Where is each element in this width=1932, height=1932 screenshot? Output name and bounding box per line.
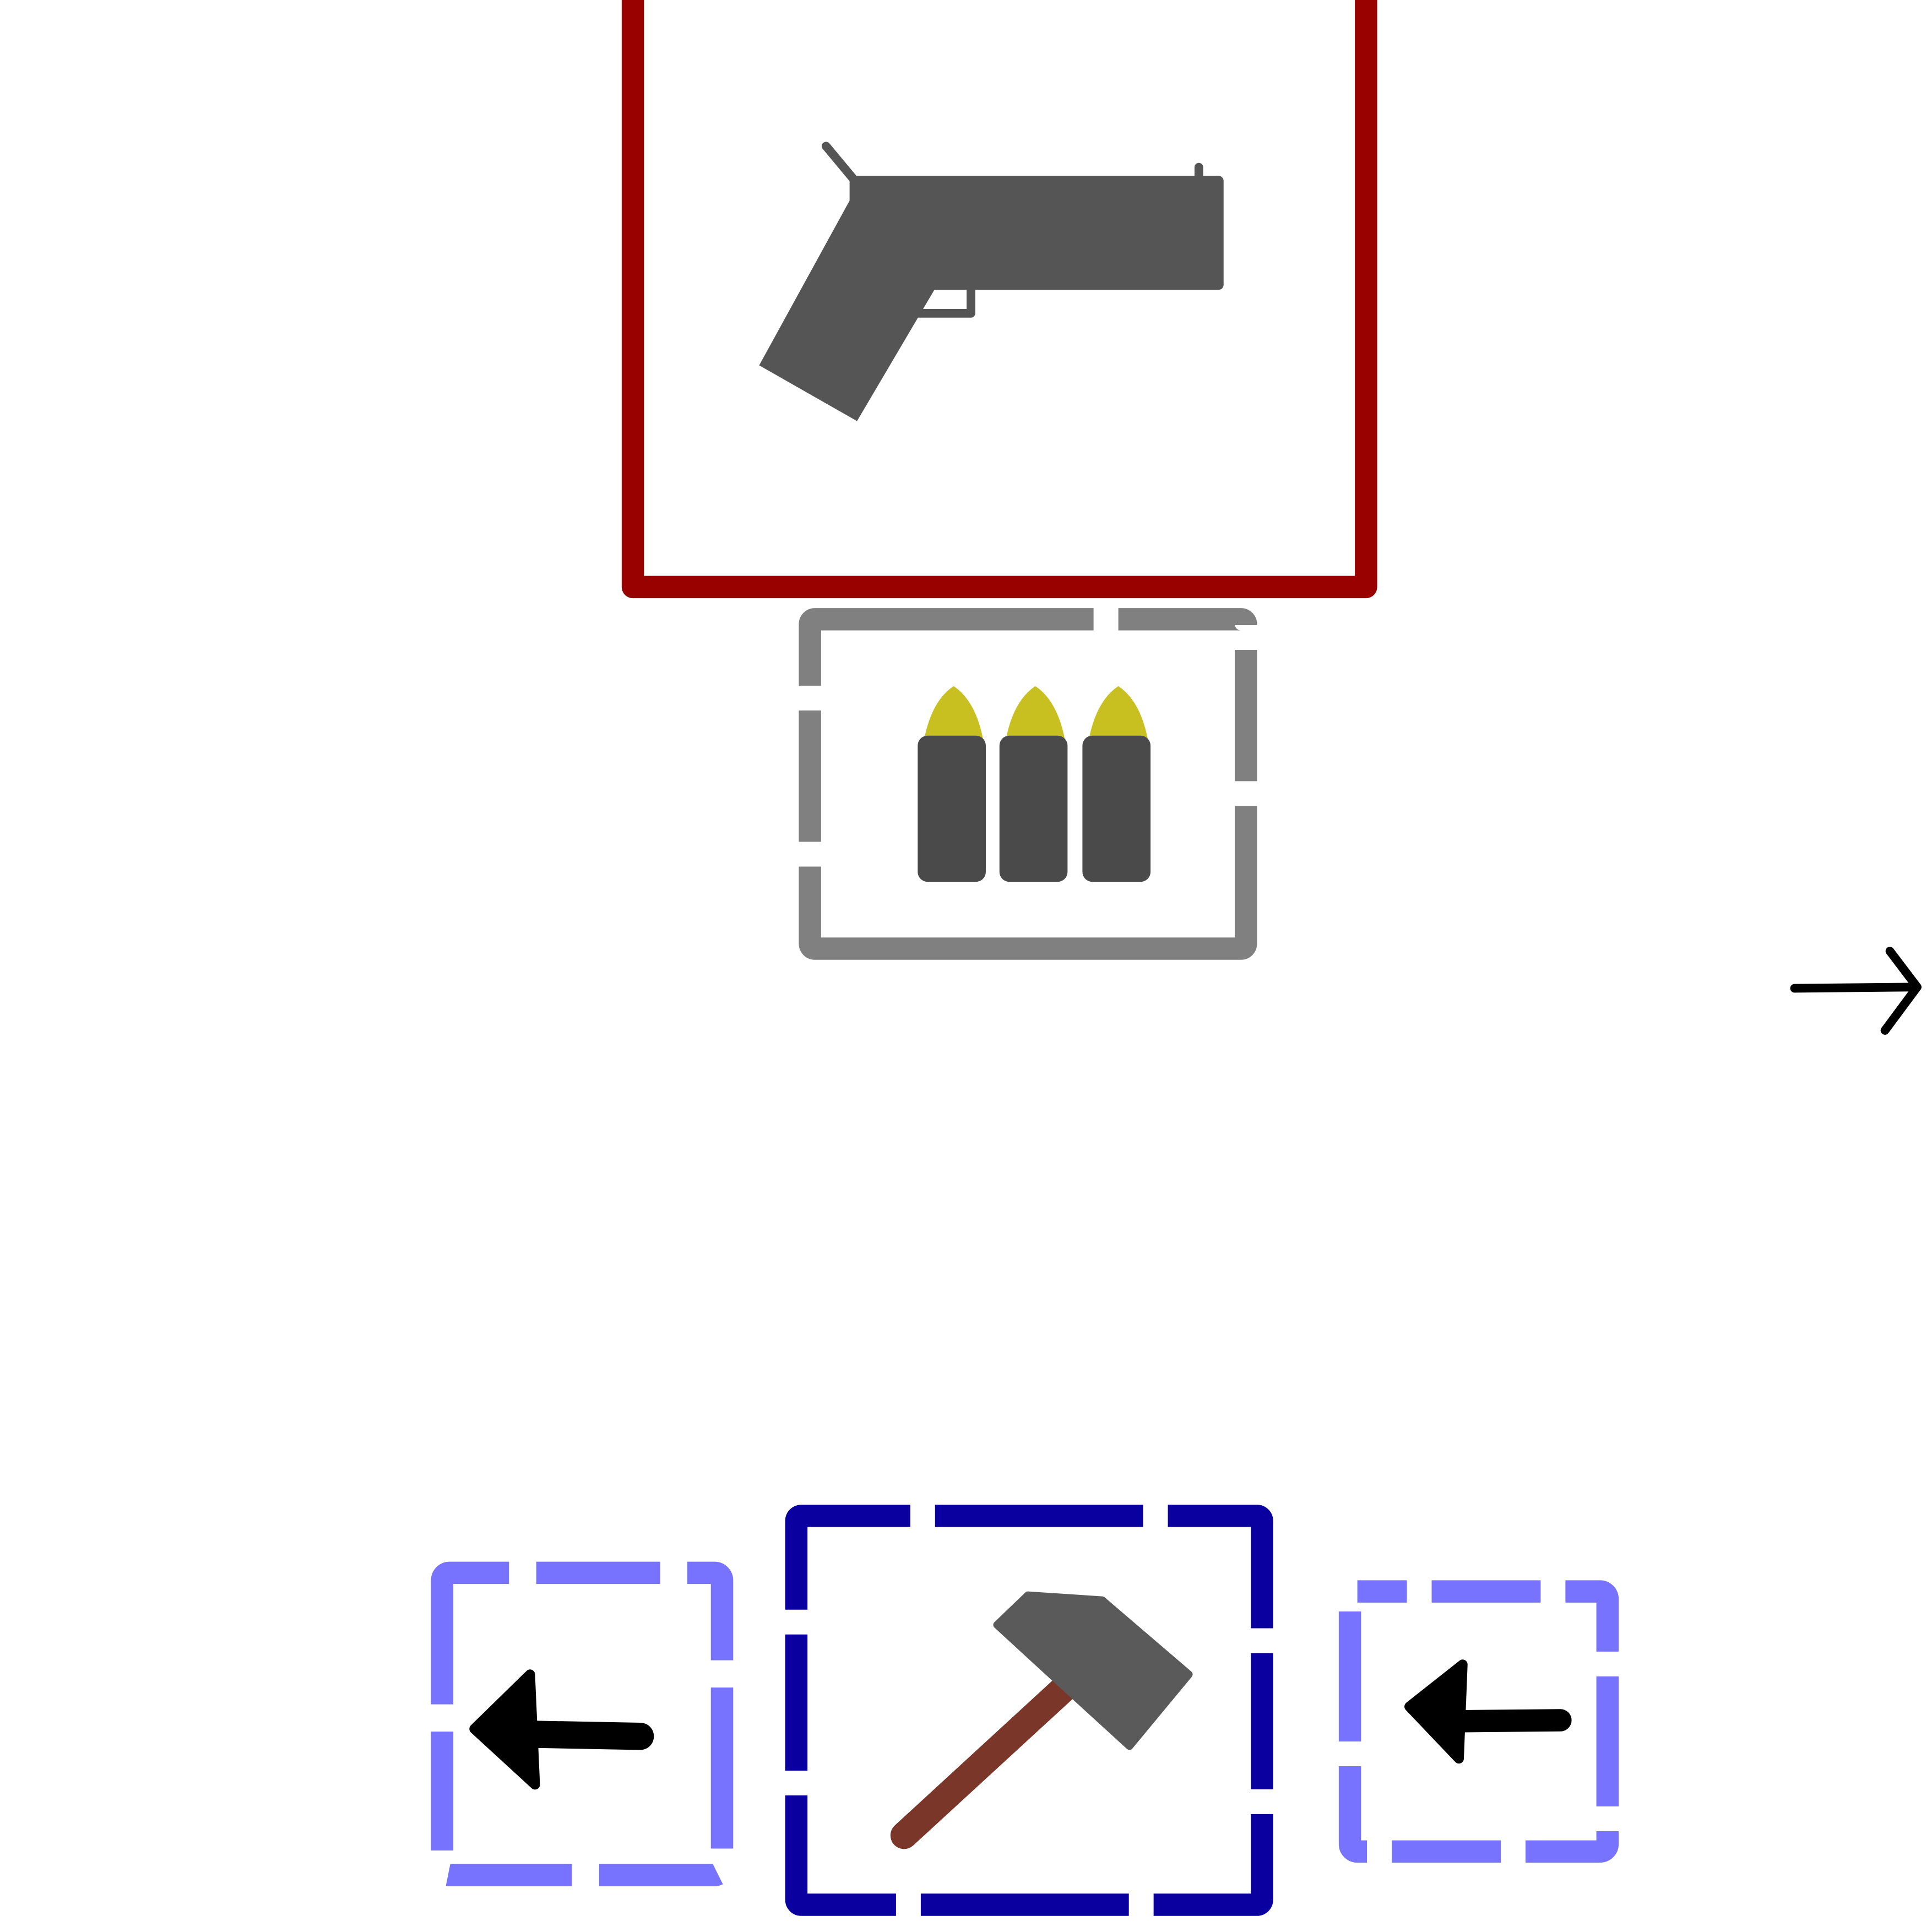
pistol-icon <box>759 142 1224 421</box>
weapon-box[interactable] <box>621 0 1377 599</box>
right-box[interactable] <box>1338 1580 1619 1863</box>
ammo-box[interactable] <box>799 608 1257 960</box>
bullets-icon <box>918 686 1151 882</box>
bullet <box>999 686 1068 882</box>
arrow-left-icon <box>469 1669 654 1790</box>
bullet <box>918 686 986 882</box>
hammer-handle <box>890 1667 1087 1849</box>
bullet <box>1082 686 1151 882</box>
arrow-right-icon <box>1790 947 1922 1035</box>
diagram-canvas <box>431 0 1922 1916</box>
arrow-left-icon <box>1404 1659 1572 1764</box>
left-box[interactable] <box>431 1561 734 1886</box>
tool-box[interactable] <box>785 1505 1273 1916</box>
hammer-icon <box>890 1591 1193 1849</box>
weapon-box-border <box>621 0 1377 599</box>
